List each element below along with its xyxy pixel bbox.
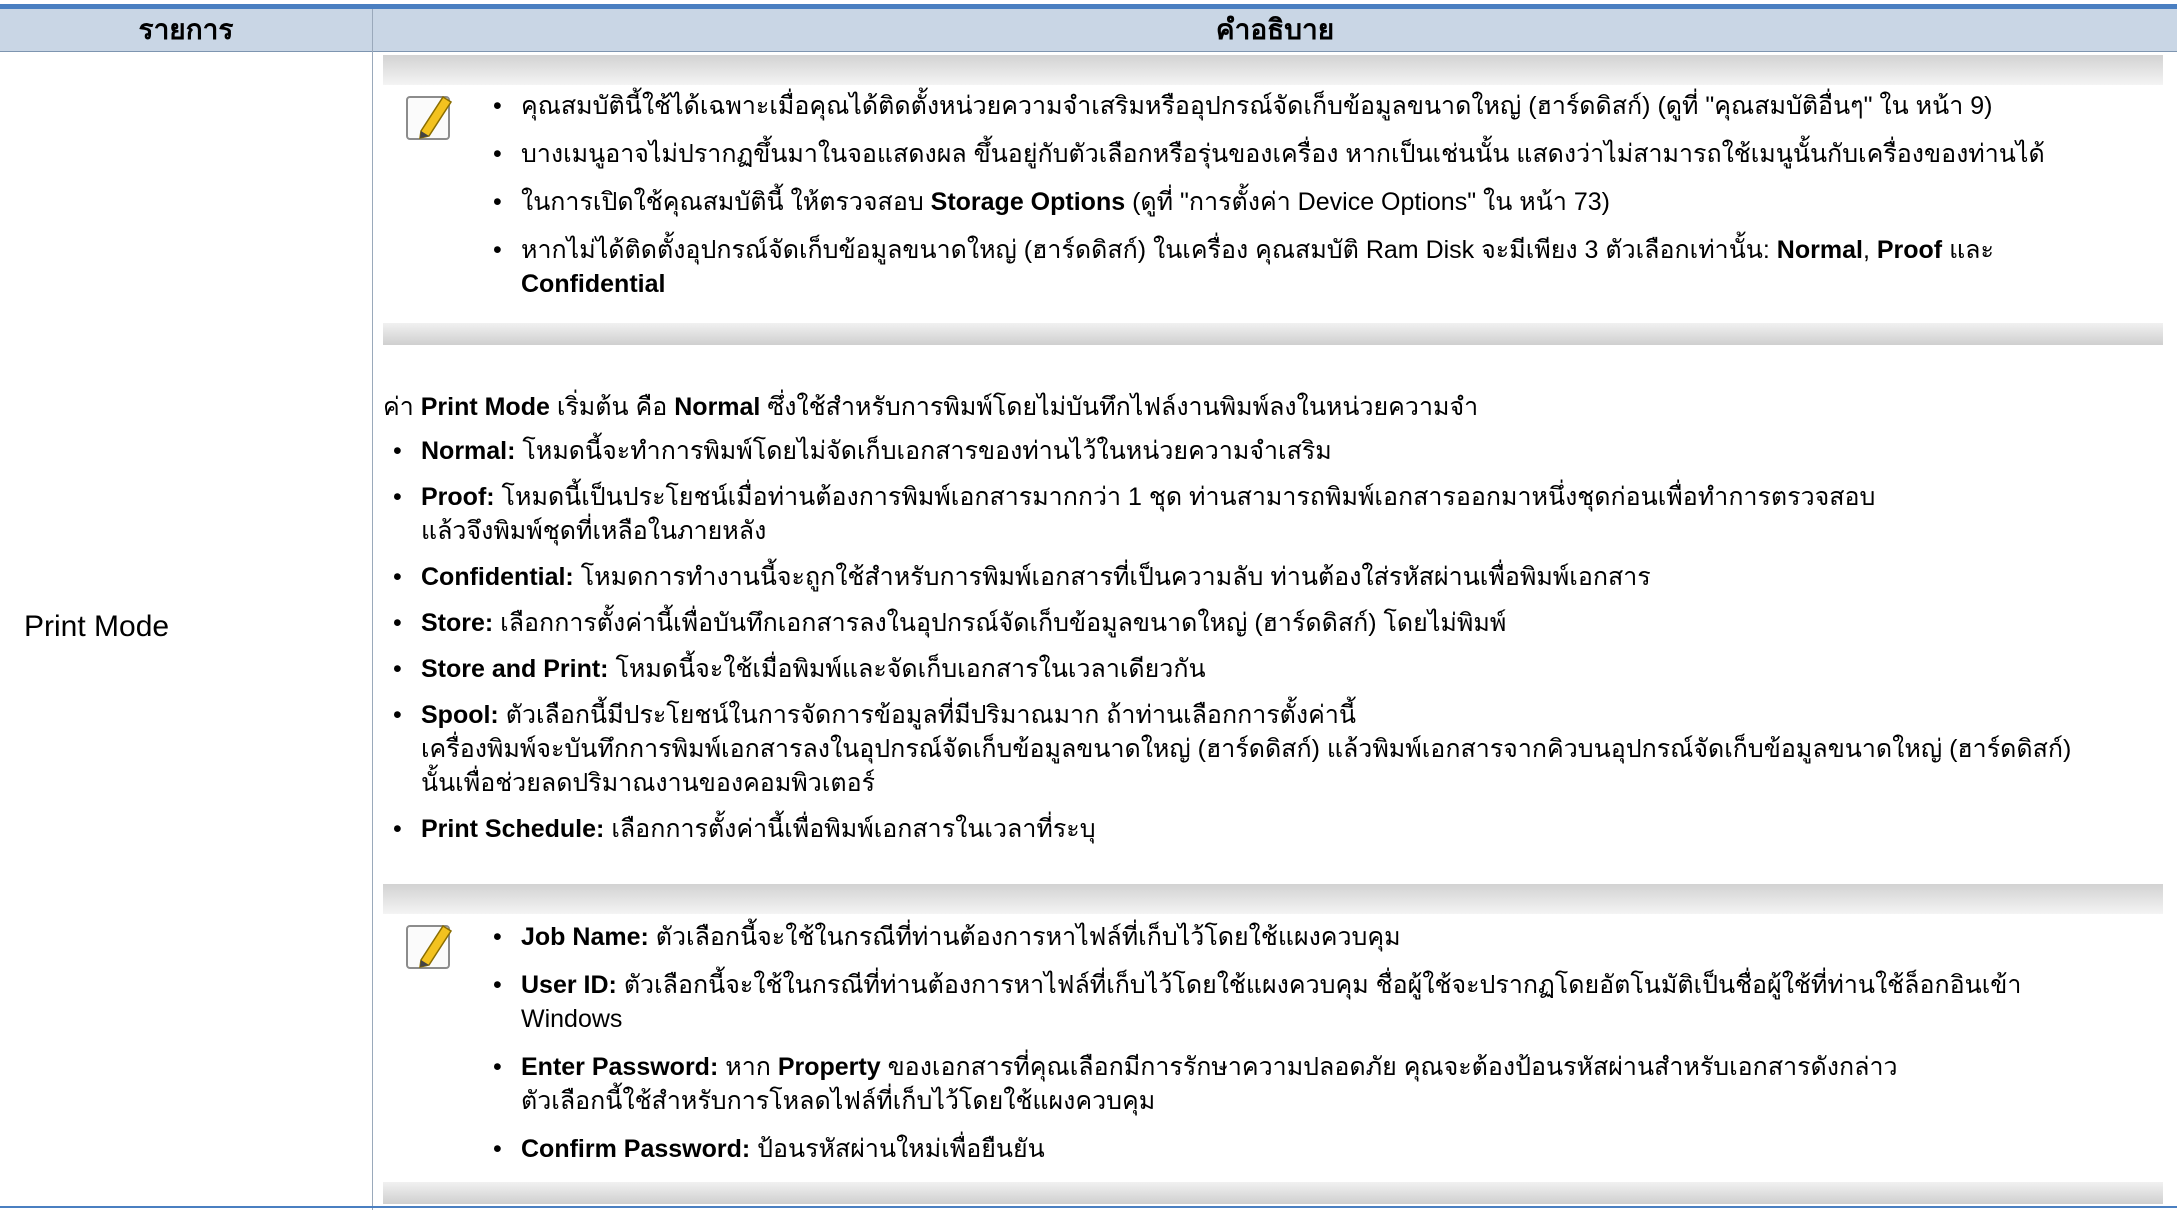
intro-bold: Normal	[674, 393, 761, 421]
note-text: Windows	[521, 1005, 623, 1033]
list-item: • บางเมนูอาจไม่ปรากฏขึ้นมาในจอแสดงผล ขึ้น…	[493, 140, 2045, 168]
note-pencil-icon	[405, 920, 457, 972]
list-item: • Job Name: ตัวเลือกนี้จะใช้ในกรณีที่ท่าน…	[493, 923, 1401, 951]
note-bold: Proof	[1876, 236, 1943, 264]
mode-text: โหมดการทำงานนี้จะถูกใช้สำหรับการพิมพ์เอก…	[573, 563, 1651, 591]
mode-text: เครื่องพิมพ์จะบันทึกการพิมพ์เอกสารลงในอุ…	[421, 735, 2072, 763]
mode-text: โหมดนี้จะทำการพิมพ์โดยไม่จัดเก็บเอกสารขอ…	[515, 437, 1332, 465]
note-stripe-top	[383, 884, 2163, 914]
mode-name: Normal:	[421, 437, 516, 465]
mode-name: Store:	[421, 609, 494, 637]
list-item: • User ID: ตัวเลือกนี้จะใช้ในกรณีที่ท่านต…	[493, 971, 2022, 1033]
mode-text: แล้วจึงพิมพ์ชุดที่เหลือในภายหลัง	[421, 517, 767, 545]
note-text: ของเอกสารที่คุณเลือกมีการรักษาความปลอดภั…	[880, 1053, 1898, 1081]
note-bold: Confidential	[521, 270, 666, 298]
note-bold: Enter Password:	[521, 1053, 719, 1081]
note-text: ตัวเลือกนี้จะใช้ในกรณีที่ท่านต้องการหาไฟ…	[648, 923, 1401, 951]
note-bold: Property	[777, 1053, 881, 1081]
settings-table: รายการ คำอธิบาย Print Mode • คุณสมบัตินี้…	[0, 0, 2177, 1210]
list-item: • Print Schedule: เลือกการตั้งค่านี้เพื่อ…	[393, 815, 1096, 843]
header-description: คำอธิบาย	[1215, 13, 1335, 46]
note-bold: Job Name:	[521, 923, 649, 951]
list-item: • ในการเปิดใช้คุณสมบัตินี้ ให้ตรวจสอบ Sto…	[493, 188, 1610, 216]
note-text: ในการเปิดใช้คุณสมบัตินี้ ให้ตรวจสอบ	[521, 188, 931, 216]
list-item: • Proof: โหมดนี้เป็นประโยชน์เมื่อท่านต้อง…	[393, 483, 1876, 545]
mode-name: Store and Print:	[421, 655, 609, 683]
note-box-bottom: • Job Name: ตัวเลือกนี้จะใช้ในกรณีที่ท่าน…	[383, 884, 2163, 1204]
intro-part: เริ่มต้น คือ	[549, 393, 675, 421]
mode-text: โหมดนี้เป็นประโยชน์เมื่อท่านต้องการพิมพ์…	[494, 483, 1876, 511]
note-bold: Normal	[1776, 236, 1863, 264]
intro-text: ค่า Print Mode เริ่มต้น คือ Normal ซึ่งใ…	[383, 390, 1478, 424]
column-divider	[372, 9, 373, 1210]
note-text: หาก	[718, 1053, 778, 1081]
note-text: คุณสมบัตินี้ใช้ได้เฉพาะเมื่อคุณได้ติดตั้…	[521, 92, 1993, 120]
note-text: ตัวเลือกนี้จะใช้ในกรณีที่ท่านต้องการหาไฟ…	[616, 971, 2022, 999]
list-item: • Confirm Password: ป้อนรหัสผ่านใหม่เพื่อ…	[493, 1135, 1045, 1163]
row-label-print-mode: Print Mode	[24, 610, 170, 643]
mode-list: • Normal: โหมดนี้จะทำการพิมพ์โดยไม่จัดเก็…	[383, 434, 2163, 858]
intro-part: ซึ่งใช้สำหรับการพิมพ์โดยไม่บันทึกไฟล์งาน…	[760, 393, 1479, 421]
mode-text: นั้นเพื่อช่วยลดปริมาณงานของคอมพิวเตอร์	[421, 769, 876, 797]
note-bold: User ID:	[521, 971, 617, 999]
note-stripe-bottom	[383, 323, 2163, 345]
list-item: • Normal: โหมดนี้จะทำการพิมพ์โดยไม่จัดเก็…	[393, 437, 1332, 465]
list-item: • Spool: ตัวเลือกนี้มีประโยชน์ในการจัดการ…	[393, 701, 2072, 797]
note-pencil-icon	[405, 91, 457, 143]
mode-text: โหมดนี้จะใช้เมื่อพิมพ์และจัดเก็บเอกสารใน…	[608, 655, 1206, 683]
note-text: ป้อนรหัสผ่านใหม่เพื่อยืนยัน	[750, 1135, 1045, 1163]
list-item: • Confidential: โหมดการทำงานนี้จะถูกใช้สำ…	[393, 563, 1651, 591]
intro-part: ค่า	[383, 393, 421, 421]
intro-bold: Print Mode	[420, 393, 550, 421]
note-text: ,	[1862, 236, 1877, 264]
note-top-list: • คุณสมบัตินี้ใช้ได้เฉพาะเมื่อคุณได้ติดตั…	[483, 89, 2143, 315]
mode-text: ตัวเลือกนี้มีประโยชน์ในการจัดการข้อมูลที…	[498, 701, 1356, 729]
mode-name: Print Schedule:	[421, 815, 605, 843]
note-stripe-top	[383, 55, 2163, 85]
header-item: รายการ	[138, 13, 234, 46]
list-item: • Store and Print: โหมดนี้จะใช้เมื่อพิมพ์…	[393, 655, 1206, 683]
note-stripe-bottom	[383, 1182, 2163, 1204]
list-item: • คุณสมบัตินี้ใช้ได้เฉพาะเมื่อคุณได้ติดตั…	[493, 92, 1993, 120]
note-box-top: • คุณสมบัตินี้ใช้ได้เฉพาะเมื่อคุณได้ติดตั…	[383, 55, 2163, 345]
note-text: บางเมนูอาจไม่ปรากฏขึ้นมาในจอแสดงผล ขึ้นอ…	[521, 140, 2045, 168]
note-text: และ	[1942, 236, 1994, 264]
mode-name: Confidential:	[421, 563, 574, 591]
note-text: (ดูที่ "การตั้งค่า Device Options" ใน หน…	[1125, 188, 1610, 216]
list-item: • Enter Password: หาก Property ของเอกสารท…	[493, 1053, 1898, 1115]
mode-name: Spool:	[421, 701, 499, 729]
table-header: รายการ คำอธิบาย	[0, 9, 2177, 52]
note-text: ตัวเลือกนี้ใช้สำหรับการโหลดไฟล์ที่เก็บไว…	[521, 1087, 1156, 1115]
note-text: หากไม่ได้ติดตั้งอุปกรณ์จัดเก็บข้อมูลขนาด…	[521, 236, 1777, 264]
note-bold: Confirm Password:	[521, 1135, 751, 1163]
table-bottom-rule	[0, 1206, 2177, 1208]
list-item: • Store: เลือกการตั้งค่านี้เพื่อบันทึกเอก…	[393, 609, 1507, 637]
list-item: • หากไม่ได้ติดตั้งอุปกรณ์จัดเก็บข้อมูลขนา…	[493, 236, 1994, 298]
mode-text: เลือกการตั้งค่านี้เพื่อพิมพ์เอกสารในเวลา…	[604, 815, 1096, 843]
mode-name: Proof:	[421, 483, 495, 511]
mode-text: เลือกการตั้งค่านี้เพื่อบันทึกเอกสารลงในอ…	[493, 609, 1507, 637]
note-bottom-list: • Job Name: ตัวเลือกนี้จะใช้ในกรณีที่ท่าน…	[483, 920, 2143, 1180]
note-bold: Storage Options	[930, 188, 1126, 216]
